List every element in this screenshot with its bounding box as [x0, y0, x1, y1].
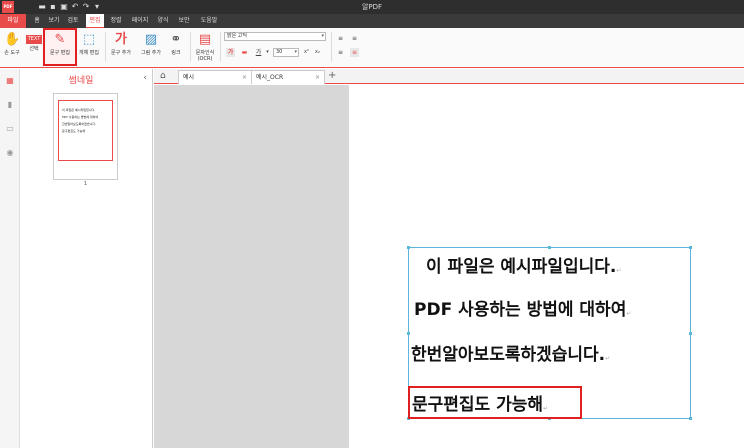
chevron-down-icon: ▾: [294, 49, 297, 55]
menu-file[interactable]: 파일: [0, 14, 26, 28]
align-justify-button[interactable]: ≡: [336, 48, 345, 57]
menu-view[interactable]: 보기: [46, 14, 62, 28]
add-image-button[interactable]: ▨ 그림 추가: [138, 30, 164, 64]
font-size-select[interactable]: 30 ▾: [273, 48, 299, 57]
highlight-annotation-box: [408, 386, 582, 419]
select-text-icon: TEXT: [26, 35, 42, 44]
thumbnail-line: 한번알아보도록하겠습니다.: [62, 122, 97, 126]
superscript-button[interactable]: x²: [302, 48, 311, 57]
close-icon[interactable]: ×: [242, 71, 247, 84]
pencil-edit-icon: ✎: [54, 32, 66, 47]
ribbon-separator: [105, 32, 106, 62]
home-icon[interactable]: ⌂: [160, 71, 166, 81]
hand-tool-button[interactable]: ✋ 손 도구: [1, 30, 23, 64]
ocr-button[interactable]: ▤ 문자인식 (OCR): [193, 30, 217, 64]
bookmark-icon[interactable]: ▮: [6, 101, 14, 109]
add-text-button[interactable]: 가 문구 추가: [108, 30, 134, 64]
document-text-line[interactable]: 한번알아보도록하겠습니다.↵: [411, 340, 610, 365]
menu-review[interactable]: 검토: [65, 14, 81, 28]
resize-handle[interactable]: [548, 246, 551, 249]
tab-example-ocr[interactable]: 예시_OCR ×: [251, 70, 325, 84]
subscript-button[interactable]: x₂: [313, 48, 322, 57]
align-right-button[interactable]: ≡: [350, 48, 359, 57]
object-edit-button[interactable]: ⬚ 개체 편집: [76, 30, 102, 64]
window-title: 알PDF: [361, 3, 383, 11]
title-bar: PDF ▬ ▪ ▣ ↶ ↷ ▾ 알PDF: [0, 0, 744, 14]
document-text-line[interactable]: PDF 사용하는 방법에 대하여↵: [414, 295, 631, 320]
font-color-button[interactable]: 가: [254, 48, 263, 57]
menu-security[interactable]: 보안: [176, 14, 192, 28]
resize-handle[interactable]: [689, 417, 692, 420]
close-icon[interactable]: ×: [315, 71, 320, 84]
select-button[interactable]: TEXT 선택: [24, 30, 44, 64]
thumbnail-preview: 이 파일은 예시파일입니다. PDF 사용하는 방법에 대하여 한번알아보도록하…: [58, 100, 113, 161]
font-color-dropdown[interactable]: ▾: [263, 48, 272, 57]
image-icon: ▨: [144, 32, 158, 47]
text-highlight-button[interactable]: ▬: [240, 48, 249, 57]
menu-bar: 파일 홈 보기 검토 편집 정렬 페이지 양식 보안 도움말: [0, 14, 744, 28]
thumbnail-line: 이 파일은 예시파일입니다.: [62, 108, 96, 112]
align-center-button[interactable]: ≡: [350, 34, 359, 43]
page-thumbnail[interactable]: 이 파일은 예시파일입니다. PDF 사용하는 방법에 대하여 한번알아보도록하…: [53, 93, 118, 180]
thumbnail-line: PDF 사용하는 방법에 대하여: [62, 115, 99, 119]
thumbnail-panel-icon[interactable]: ▦: [6, 77, 14, 85]
ribbon-toolbar: ✋ 손 도구 TEXT 선택 ✎ 문구 편집 ⬚ 개체 편집 가 문구 추가 ▨…: [0, 28, 744, 68]
menu-help[interactable]: 도움말: [197, 14, 221, 28]
document-tab-bar: ⌂ 예시 × 예시_OCR × +: [154, 69, 744, 84]
ribbon-separator: [190, 32, 191, 62]
link-button[interactable]: ⚭ 링크: [166, 30, 186, 64]
collapse-panel-icon[interactable]: ‹: [143, 73, 147, 83]
link-icon: ⚭: [170, 32, 182, 47]
add-tab-button[interactable]: +: [328, 70, 336, 82]
ribbon-separator: [331, 32, 332, 62]
tab-example[interactable]: 예시 ×: [178, 70, 252, 84]
text-edit-button[interactable]: ✎ 문구 편집: [43, 28, 77, 66]
font-name-select[interactable]: 맑은 고딕 ▾: [224, 32, 326, 41]
ocr-icon: ▤: [198, 32, 212, 47]
resize-handle[interactable]: [689, 332, 692, 335]
resize-handle[interactable]: [689, 246, 692, 249]
chevron-down-icon: ▾: [321, 33, 324, 39]
resize-handle[interactable]: [407, 246, 410, 249]
thumbnail-line: 문구편집도 가능해: [62, 129, 86, 133]
thumbnail-panel: 썸네일 ‹ 이 파일은 예시파일입니다. PDF 사용하는 방법에 대하여 한번…: [21, 69, 153, 448]
menu-home[interactable]: 홈: [30, 14, 44, 28]
comment-icon[interactable]: ▭: [6, 125, 14, 133]
align-left-button[interactable]: ≡: [336, 34, 345, 43]
hand-icon: ✋: [4, 32, 21, 47]
menu-arrange[interactable]: 정렬: [108, 14, 124, 28]
menu-page[interactable]: 페이지: [129, 14, 151, 28]
side-icon-strip: ▦ ▮ ▭ ◉: [0, 69, 20, 448]
font-bold-button[interactable]: 가: [226, 48, 235, 57]
thumbnail-panel-title: 썸네일: [68, 76, 94, 86]
object-edit-icon: ⬚: [82, 32, 96, 47]
thumbnail-page-number: 1: [83, 181, 88, 187]
search-icon[interactable]: ◉: [6, 149, 14, 157]
menu-edit[interactable]: 편집: [86, 14, 104, 28]
menu-form[interactable]: 양식: [155, 14, 171, 28]
document-text-line[interactable]: 이 파일은 예시파일입니다.↵: [426, 252, 621, 277]
add-text-icon: 가: [115, 32, 127, 47]
ribbon-separator: [220, 32, 221, 62]
resize-handle[interactable]: [407, 332, 410, 335]
document-background: [154, 85, 349, 448]
